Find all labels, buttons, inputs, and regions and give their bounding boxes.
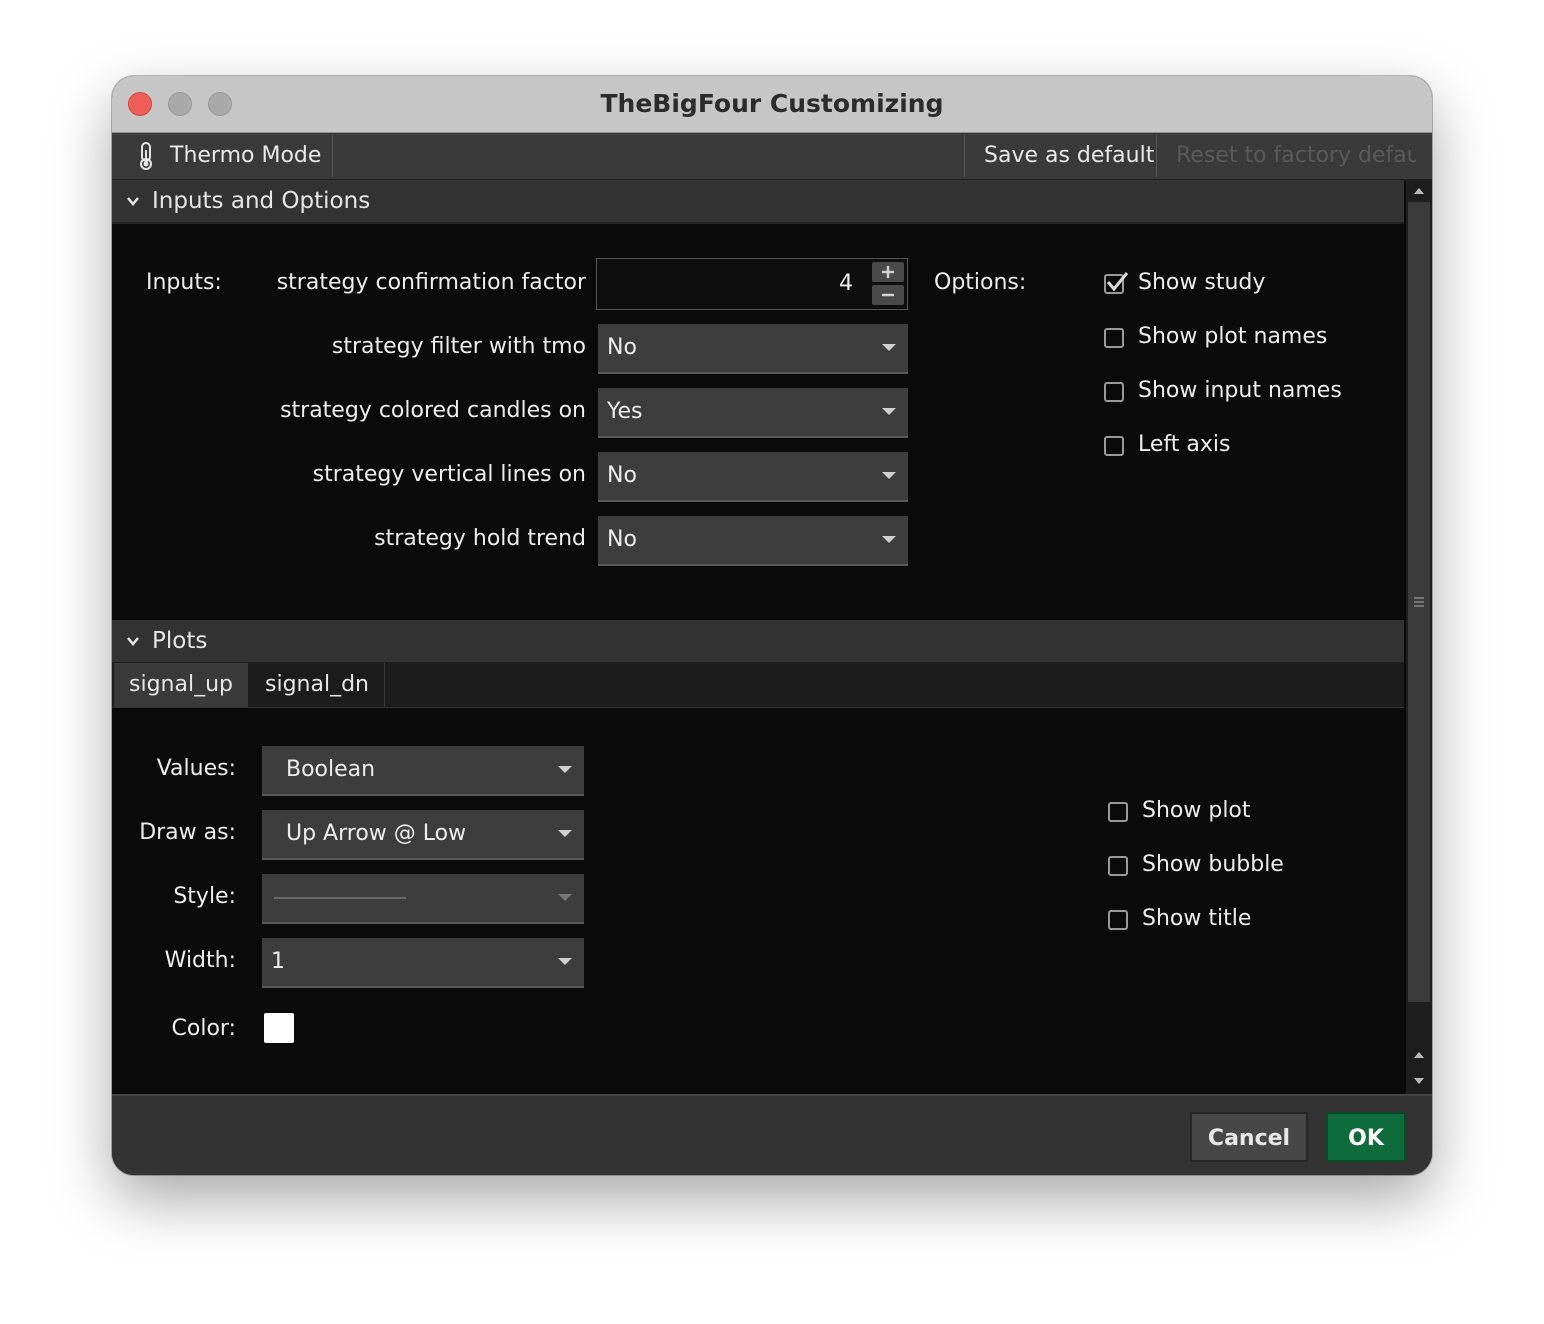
toolbar: Thermo Mode Save as default Reset to fac… — [112, 133, 1432, 181]
style-label: Style: — [173, 884, 236, 909]
width-dropdown[interactable]: 1 — [262, 938, 584, 988]
window-title: TheBigFour Customizing — [600, 89, 944, 118]
draw-as-dropdown[interactable]: Up Arrow @ Low — [262, 810, 584, 860]
dropdown-value: Yes — [607, 399, 643, 424]
dialog-footer: Cancel OK — [112, 1094, 1432, 1175]
chevron-down-icon — [127, 197, 139, 206]
show-bubble-checkbox[interactable] — [1108, 856, 1128, 876]
vertical-scrollbar[interactable] — [1406, 180, 1432, 1094]
color-label: Color: — [171, 1016, 236, 1041]
dropdown-value: 1 — [271, 949, 285, 974]
left-axis-checkbox[interactable] — [1104, 436, 1124, 456]
left-axis-label: Left axis — [1138, 432, 1231, 457]
scroll-down-arrow-icon[interactable] — [1413, 1076, 1425, 1086]
toolbar-divider — [964, 135, 965, 177]
thermometer-icon — [140, 142, 152, 170]
plots-header[interactable]: Plots — [112, 620, 1404, 664]
dropdown-value: Up Arrow @ Low — [286, 821, 467, 846]
dropdown-value: No — [607, 463, 637, 488]
thermo-mode-button[interactable]: Thermo Mode — [112, 133, 332, 179]
show-title-label: Show title — [1142, 906, 1252, 931]
show-plot-label: Show plot — [1142, 798, 1251, 823]
reset-to-factory-default-button[interactable]: Reset to factory default — [1176, 133, 1416, 179]
grip-icon — [1414, 597, 1424, 607]
dropdown-arrow-icon — [558, 958, 572, 965]
decrement-button[interactable] — [872, 285, 904, 305]
hold-trend-dropdown[interactable]: No — [598, 516, 908, 566]
input-label-hold-trend: strategy hold trend — [374, 526, 586, 551]
colored-candles-dropdown[interactable]: Yes — [598, 388, 908, 438]
inputs-label: Inputs: — [146, 270, 222, 295]
width-label: Width: — [164, 948, 236, 973]
color-swatch[interactable] — [264, 1013, 294, 1043]
show-title-checkbox[interactable] — [1108, 910, 1128, 930]
scroll-up-arrow-icon[interactable] — [1413, 186, 1425, 196]
minus-icon — [882, 293, 894, 297]
scroll-up-arrow-icon[interactable] — [1413, 1050, 1425, 1060]
dropdown-value: No — [607, 335, 637, 360]
toolbar-divider — [1156, 135, 1157, 177]
show-plot-names-label: Show plot names — [1138, 324, 1328, 349]
show-plot-checkbox[interactable] — [1108, 802, 1128, 822]
dropdown-arrow-icon — [558, 766, 572, 773]
show-plot-names-checkbox[interactable] — [1104, 328, 1124, 348]
draw-as-label: Draw as: — [139, 820, 236, 845]
show-study-checkbox[interactable] — [1104, 272, 1129, 294]
options-label: Options: — [934, 270, 1027, 295]
filter-tmo-dropdown[interactable]: No — [598, 324, 908, 374]
increment-button[interactable] — [872, 262, 904, 282]
customizing-window: TheBigFour Customizing Thermo Mode Save … — [112, 76, 1432, 1175]
thermo-mode-label: Thermo Mode — [170, 143, 322, 168]
values-label: Values: — [156, 756, 236, 781]
dropdown-arrow-icon — [882, 344, 896, 351]
scrollbar-thumb[interactable] — [1408, 202, 1430, 1002]
plot-tabs: signal_up signal_dn — [112, 663, 1404, 708]
dropdown-arrow-icon — [882, 408, 896, 415]
dropdown-value: No — [607, 527, 637, 552]
show-input-names-label: Show input names — [1138, 378, 1342, 403]
input-label-confirmation-factor: strategy confirmation factor — [276, 270, 586, 295]
section-title: Inputs and Options — [152, 188, 371, 214]
show-study-label: Show study — [1138, 270, 1266, 295]
tab-signal-dn[interactable]: signal_dn — [250, 663, 385, 707]
cancel-button[interactable]: Cancel — [1190, 1112, 1308, 1162]
toolbar-divider — [332, 135, 333, 177]
tab-signal-up[interactable]: signal_up — [114, 663, 248, 707]
dropdown-arrow-icon — [882, 472, 896, 479]
style-dropdown[interactable] — [262, 874, 584, 924]
dropdown-arrow-icon — [882, 536, 896, 543]
vertical-lines-dropdown[interactable]: No — [598, 452, 908, 502]
input-label-filter-tmo: strategy filter with tmo — [331, 334, 586, 359]
values-dropdown[interactable]: Boolean — [262, 746, 584, 796]
dropdown-arrow-icon — [558, 894, 572, 901]
input-label-colored-candles: strategy colored candles on — [280, 398, 586, 423]
dropdown-value: Boolean — [286, 757, 376, 782]
checkmark-icon — [1106, 272, 1129, 292]
show-input-names-checkbox[interactable] — [1104, 382, 1124, 402]
inputs-options-header[interactable]: Inputs and Options — [112, 180, 1404, 224]
ok-button[interactable]: OK — [1326, 1112, 1406, 1162]
input-label-vertical-lines: strategy vertical lines on — [312, 462, 586, 487]
section-title: Plots — [152, 628, 208, 654]
plus-icon — [882, 266, 894, 278]
title-bar: TheBigFour Customizing — [112, 76, 1432, 133]
dropdown-arrow-icon — [558, 830, 572, 837]
confirmation-factor-spinner[interactable]: 4 — [596, 258, 908, 310]
show-bubble-label: Show bubble — [1142, 852, 1284, 877]
chevron-down-icon — [127, 637, 139, 646]
confirmation-factor-value: 4 — [839, 271, 853, 296]
save-as-default-button[interactable]: Save as default — [984, 133, 1154, 179]
line-style-preview — [274, 897, 406, 899]
